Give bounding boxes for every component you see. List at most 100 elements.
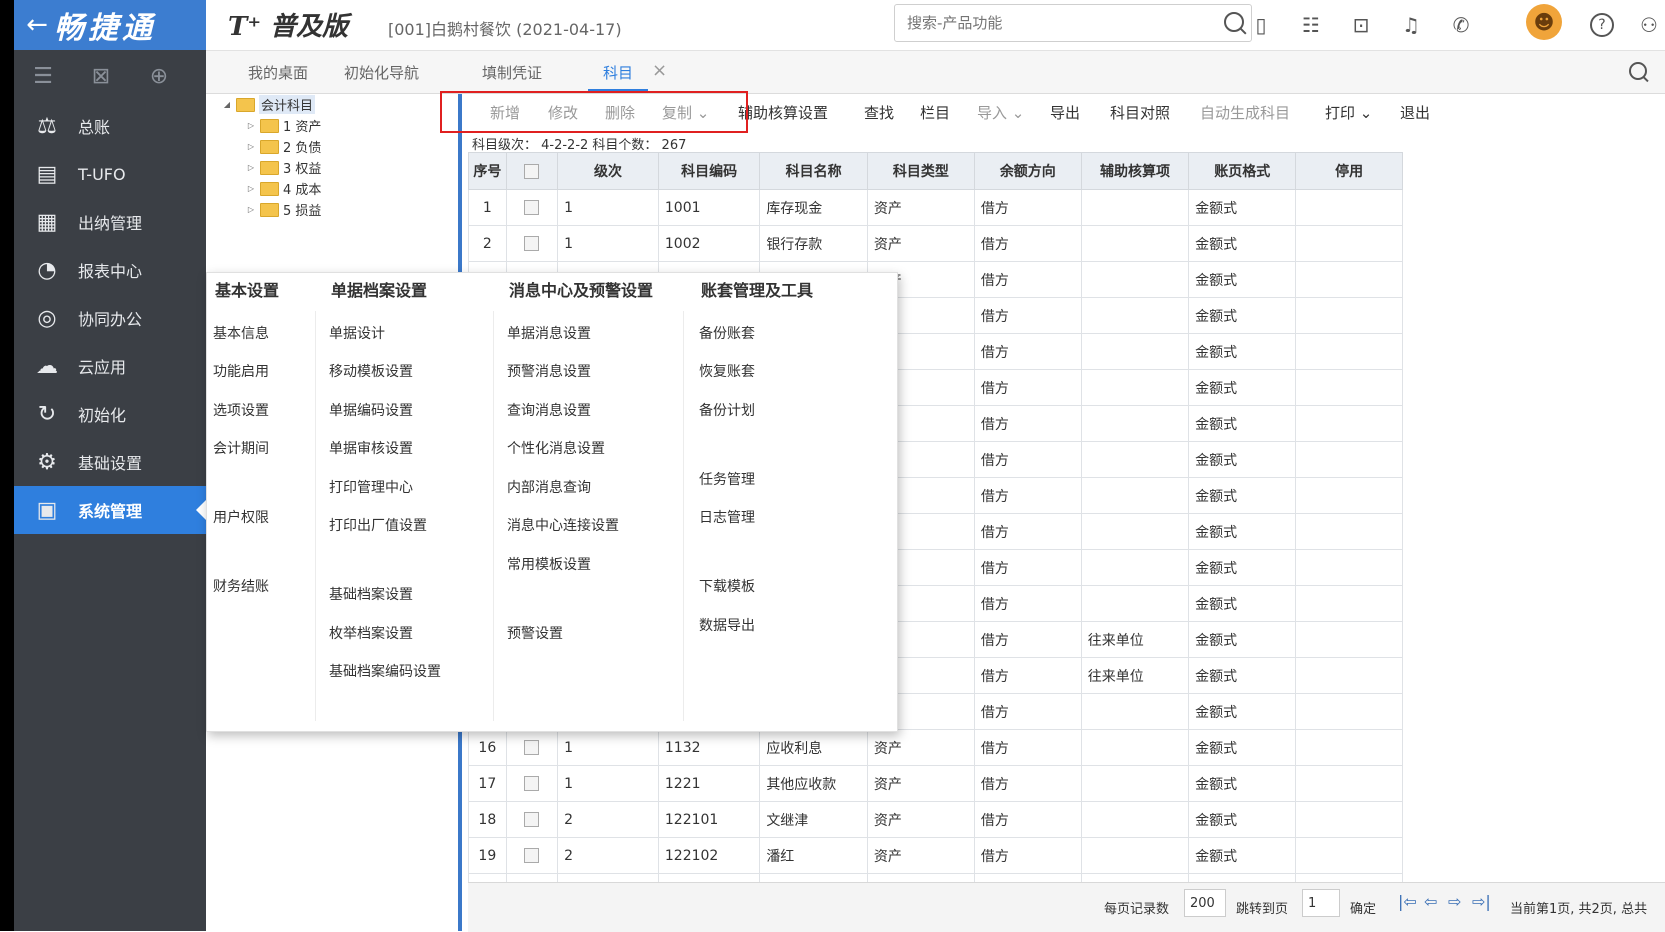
column-header[interactable]: 辅助核算项	[1080, 152, 1190, 190]
expand-toggle-icon[interactable]: ▷	[246, 163, 256, 172]
table-row[interactable]: 19 2 122102 潘红 资产 借方 金额式	[468, 837, 1403, 874]
row-checkbox[interactable]	[524, 740, 540, 755]
tree-root[interactable]: ◢ 会计科目	[222, 94, 321, 115]
menu-item[interactable]: 会计期间	[213, 438, 269, 458]
tab-desktop[interactable]: 我的桌面	[248, 62, 308, 83]
row-checkbox[interactable]	[524, 236, 540, 251]
menu-item[interactable]: 基础档案编码设置	[329, 661, 441, 681]
monitor-icon[interactable]: ⊡	[1348, 12, 1374, 38]
tab-voucher[interactable]: 填制凭证	[482, 62, 542, 83]
menu-item[interactable]: 备份账套	[699, 323, 755, 343]
tree-node[interactable]: ▷ 2 负债	[246, 136, 321, 157]
menu-item[interactable]: 单据审核设置	[329, 438, 413, 458]
select-all-checkbox[interactable]	[524, 163, 540, 179]
menu-item[interactable]: 备份计划	[699, 400, 755, 420]
tab-accounts[interactable]: 科目	[603, 62, 633, 83]
import-button[interactable]: 导入 ⌄	[977, 102, 1024, 123]
row-checkbox[interactable]	[524, 848, 540, 863]
add-tab-icon[interactable]: ⊕	[130, 64, 188, 89]
search-input[interactable]	[895, 5, 1207, 41]
sidebar-item-7[interactable]: ⚙ 基础设置	[14, 438, 206, 486]
menu-item[interactable]: 内部消息查询	[507, 477, 591, 497]
expand-toggle-icon[interactable]: ▷	[246, 184, 256, 193]
compare-button[interactable]: 科目对照	[1110, 102, 1170, 123]
expand-toggle-icon[interactable]: ▷	[246, 142, 256, 151]
column-header[interactable]: 科目类型	[866, 152, 975, 190]
aux-setting-button[interactable]: 辅助核算设置	[738, 102, 828, 123]
prev-page-icon[interactable]: ⇦	[1424, 892, 1437, 911]
column-header[interactable]: 科目编码	[657, 152, 761, 190]
tab-search-icon[interactable]	[1629, 62, 1647, 80]
menu-item[interactable]: 单据消息设置	[507, 323, 591, 343]
menu-item[interactable]: 财务结账	[213, 576, 269, 596]
tree-node[interactable]: ▷ 3 权益	[246, 157, 321, 178]
menu-item[interactable]: 选项设置	[213, 400, 269, 420]
menu-item[interactable]: 打印出厂值设置	[329, 515, 427, 535]
collapse-icon[interactable]: ⊠	[72, 64, 130, 89]
checklist-icon[interactable]: ☷	[1298, 12, 1324, 38]
menu-item[interactable]: 消息中心连接设置	[507, 515, 619, 535]
table-row[interactable]: 2 1 1002 银行存款 资产 借方 金额式	[468, 225, 1403, 262]
menu-item[interactable]: 单据编码设置	[329, 400, 413, 420]
confirm-button[interactable]: 确定	[1350, 898, 1376, 917]
find-button[interactable]: 查找	[864, 102, 894, 123]
user-icon[interactable]: ⚇	[1636, 12, 1662, 38]
menu-item[interactable]: 功能启用	[213, 361, 269, 381]
row-checkbox[interactable]	[524, 200, 540, 215]
menu-item[interactable]: 单据设计	[329, 323, 385, 343]
menu-item[interactable]: 常用模板设置	[507, 554, 591, 574]
expand-toggle-icon[interactable]: ▷	[246, 121, 256, 130]
first-page-icon[interactable]: |⇦	[1398, 892, 1417, 911]
menu-item[interactable]: 恢复账套	[699, 361, 755, 381]
avatar[interactable]: ☻	[1526, 4, 1562, 40]
table-row[interactable]: 20 2122103 资产借方 金额式	[468, 873, 1403, 882]
menu-item[interactable]: 数据导出	[699, 615, 755, 635]
back-arrow-icon[interactable]: ←	[20, 10, 54, 40]
row-checkbox[interactable]	[524, 776, 540, 791]
menu-item[interactable]: 个性化消息设置	[507, 438, 605, 458]
last-page-icon[interactable]: ⇨|	[1472, 892, 1491, 911]
table-row[interactable]: 18 2 122101 文继津 资产 借方 金额式	[468, 801, 1403, 838]
search-icon[interactable]	[1224, 12, 1244, 32]
sidebar-item-3[interactable]: ◔ 报表中心	[14, 246, 206, 294]
sidebar-item-0[interactable]: ⚖ 总账	[14, 102, 206, 150]
menu-item[interactable]: 查询消息设置	[507, 400, 591, 420]
menu-item[interactable]: 下载模板	[699, 576, 755, 596]
jump-page-input[interactable]: 1	[1302, 889, 1340, 917]
table-row[interactable]: 16 1 1132 应收利息 资产 借方 金额式	[468, 729, 1403, 766]
menu-item[interactable]: 预警消息设置	[507, 361, 591, 381]
sidebar-item-2[interactable]: ▦ 出纳管理	[14, 198, 206, 246]
print-button[interactable]: 打印 ⌄	[1325, 102, 1372, 123]
menu-item[interactable]: 移动模板设置	[329, 361, 413, 381]
tab-init-guide[interactable]: 初始化导航	[344, 62, 419, 83]
table-row[interactable]: 17 1 1221 其他应收款 资产 借方 金额式	[468, 765, 1403, 802]
per-page-input[interactable]: 200	[1184, 889, 1226, 917]
expand-toggle-icon[interactable]: ▷	[246, 205, 256, 214]
sidebar-item-1[interactable]: ▤ T-UFO	[14, 150, 206, 198]
calculator-icon[interactable]: ▯	[1248, 12, 1274, 38]
collapse-toggle-icon[interactable]: ◢	[222, 100, 232, 109]
column-header[interactable]	[505, 152, 559, 190]
tree-node[interactable]: ▷ 4 成本	[246, 178, 321, 199]
sidebar-item-4[interactable]: ◎ 协同办公	[14, 294, 206, 342]
notification-icon[interactable]: ♫	[1398, 12, 1424, 38]
tree-node[interactable]: ▷ 1 资产	[246, 115, 321, 136]
auto-generate-button[interactable]: 自动生成科目	[1200, 102, 1290, 123]
menu-item[interactable]: 预警设置	[507, 623, 563, 643]
column-header[interactable]: 级次	[557, 152, 659, 190]
close-icon[interactable]: ×	[652, 60, 667, 81]
row-checkbox[interactable]	[524, 812, 540, 827]
help-icon[interactable]: ?	[1590, 13, 1614, 37]
column-header[interactable]: 序号	[468, 152, 507, 190]
phone-icon[interactable]: ✆	[1448, 12, 1474, 38]
menu-item[interactable]: 用户权限	[213, 507, 269, 527]
next-page-icon[interactable]: ⇨	[1448, 892, 1461, 911]
menu-icon[interactable]: ☰	[14, 64, 72, 89]
exit-button[interactable]: 退出	[1400, 102, 1430, 123]
columns-button[interactable]: 栏目	[920, 102, 950, 123]
menu-item[interactable]: 基础档案设置	[329, 584, 413, 604]
column-header[interactable]: 科目名称	[759, 152, 868, 190]
search-box[interactable]	[894, 4, 1252, 42]
tree-node[interactable]: ▷ 5 损益	[246, 199, 321, 220]
menu-item[interactable]: 任务管理	[699, 469, 755, 489]
